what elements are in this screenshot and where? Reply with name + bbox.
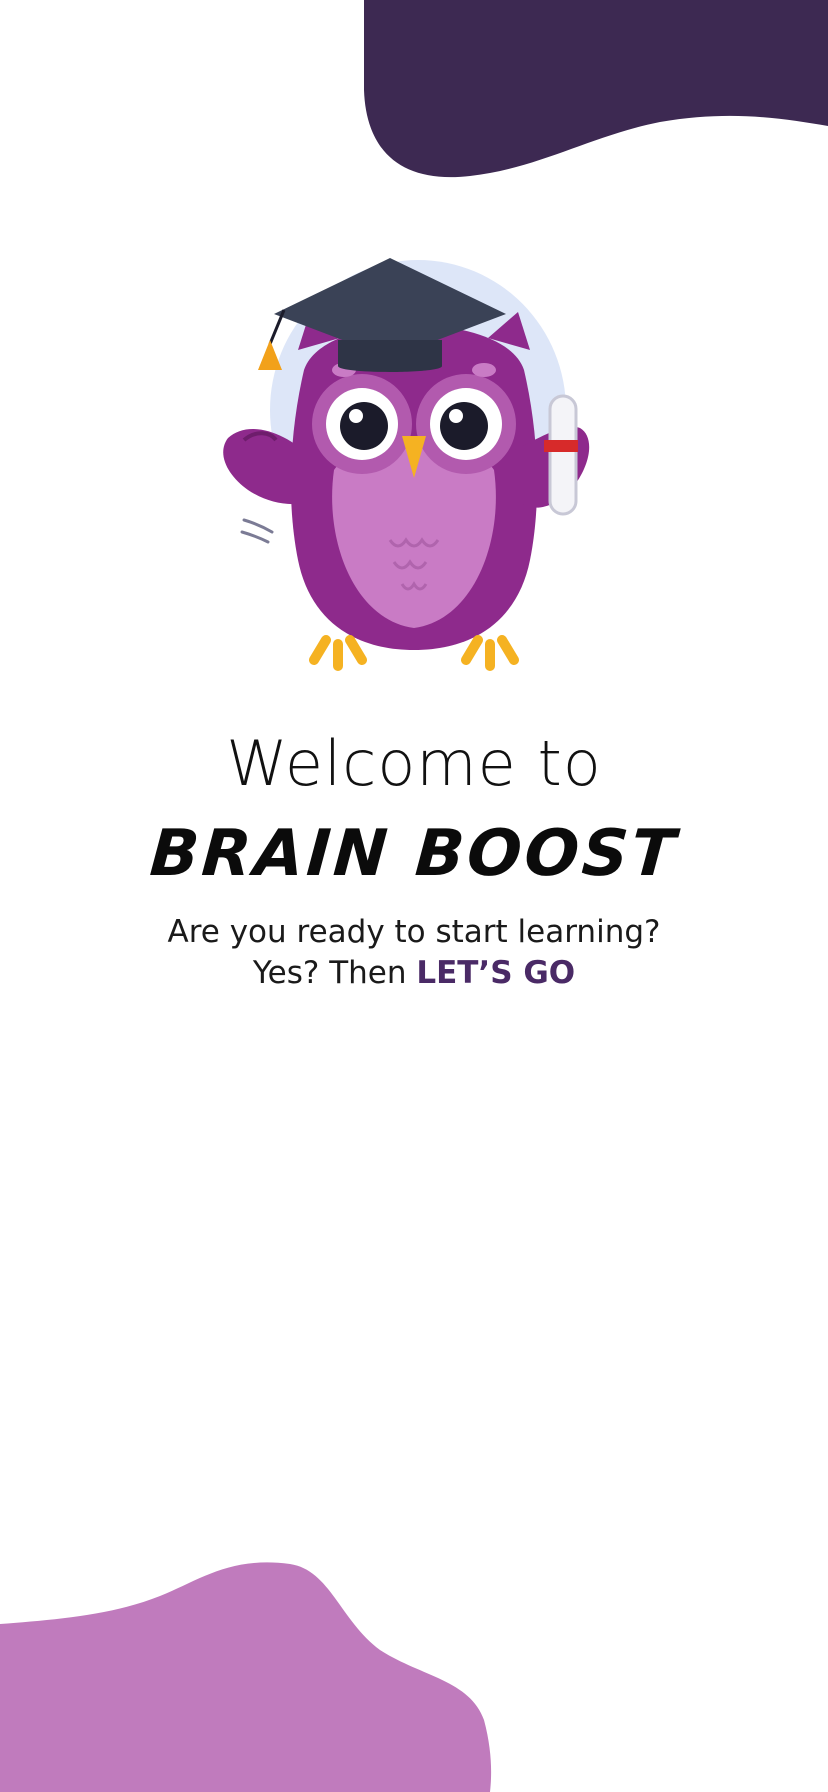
- tagline-cta-line: Yes? Then LET’S GO: [0, 953, 828, 994]
- tagline-question: Are you ready to start learning?: [167, 914, 661, 950]
- welcome-heading: Welcome to: [226, 727, 602, 800]
- lets-go-link[interactable]: LET’S GO: [416, 955, 575, 991]
- graduation-owl-icon: [223, 258, 590, 671]
- top-decor-blob: [364, 0, 828, 178]
- app-brand-title: BRAIN BOOST: [147, 817, 681, 891]
- tagline-prefix: Yes? Then: [252, 955, 417, 991]
- bottom-decor-blob: [0, 1562, 492, 1792]
- welcome-screen: Welcome to BRAIN BOOST Are you ready to …: [0, 0, 828, 1792]
- tagline: Are you ready to start learning? Yes? Th…: [0, 912, 828, 994]
